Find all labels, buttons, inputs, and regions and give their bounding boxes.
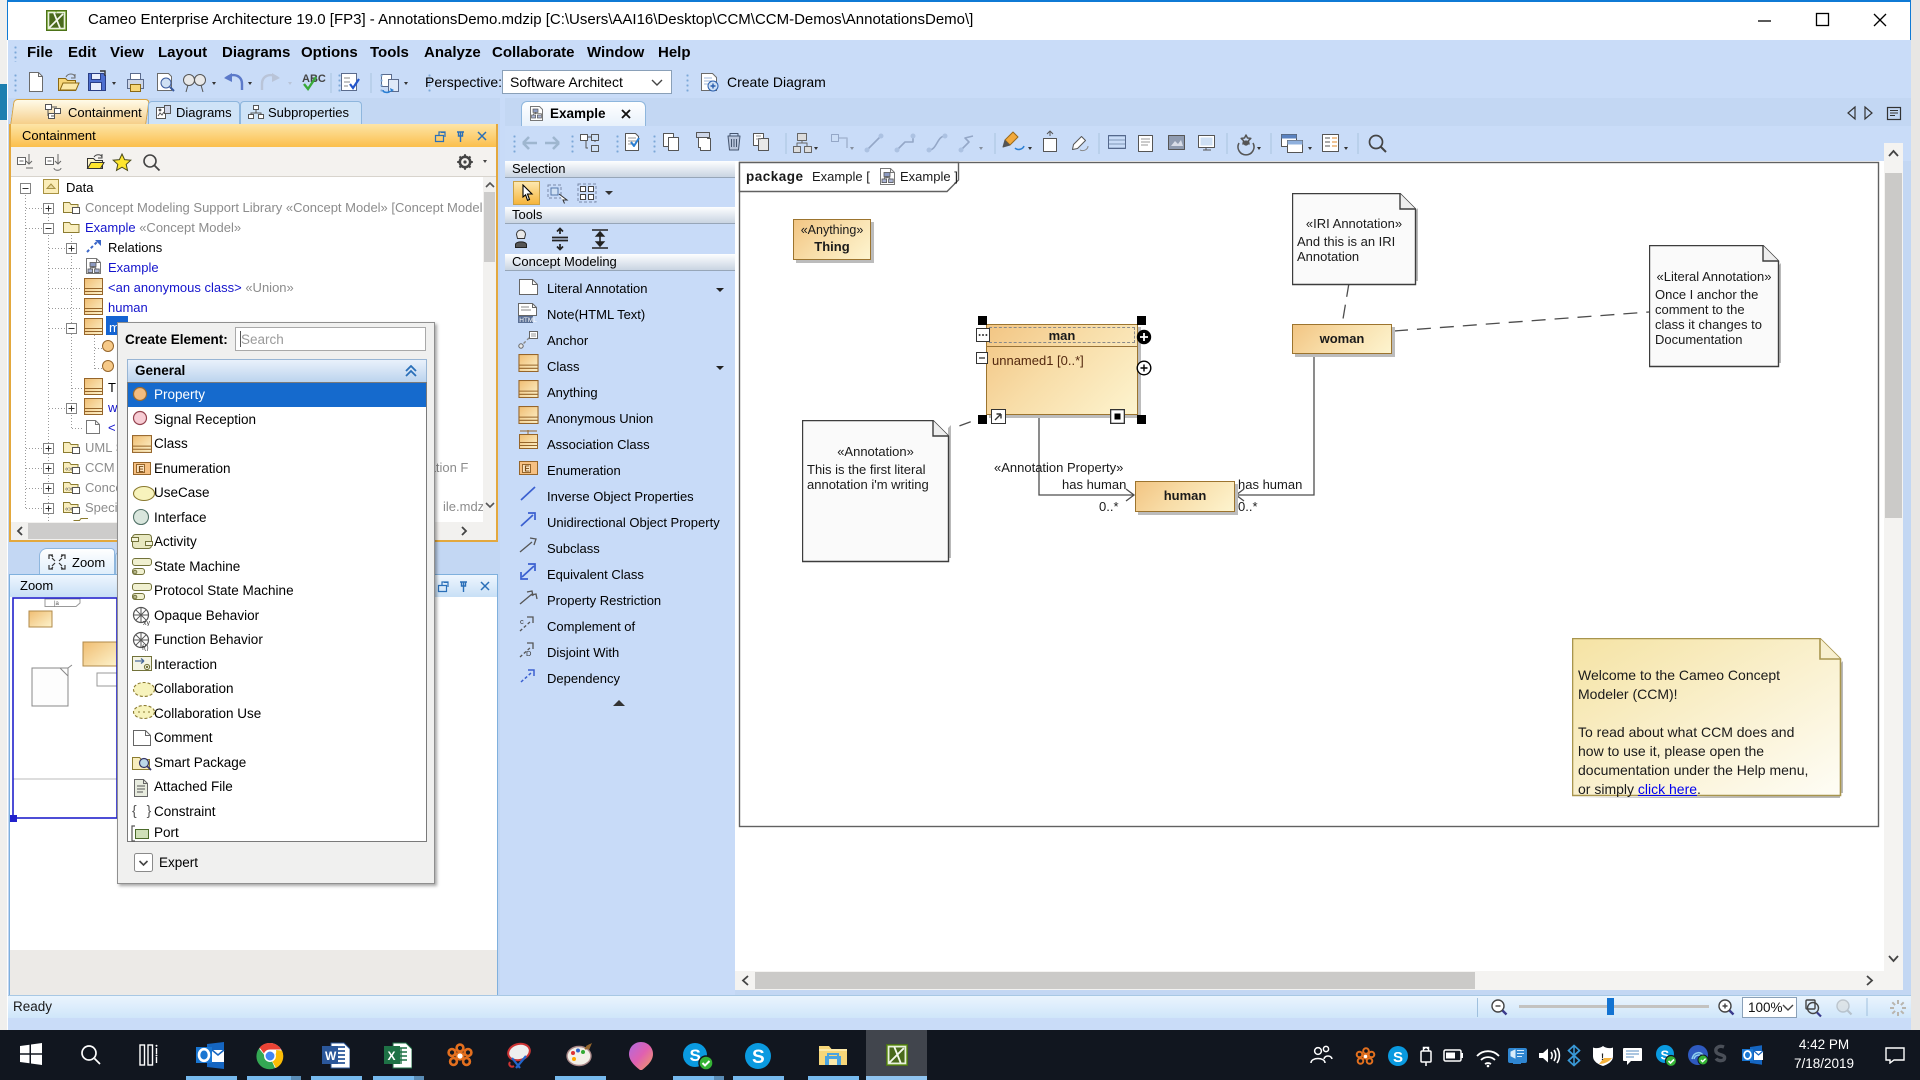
svg-text:f(): f() (142, 645, 149, 651)
svg-text:S: S (752, 1047, 765, 1068)
svg-text:xy: xy (143, 620, 151, 626)
svg-text:|a: |a (54, 601, 60, 607)
svg-text:c: c (520, 617, 524, 626)
svg-text:HTML: HTML (519, 317, 537, 324)
svg-text:!: ! (1601, 1052, 1604, 1062)
svg-text:«»: «» (65, 486, 73, 493)
svg-text:«»: «» (65, 466, 73, 473)
svg-text:W: W (325, 1049, 337, 1063)
svg-text:E: E (138, 465, 144, 474)
svg-text:E: E (524, 465, 530, 474)
svg-text:X: X (388, 1049, 396, 1063)
svg-text:«»: «» (65, 506, 73, 513)
svg-text:D: D (526, 649, 532, 658)
svg-text:100%: 100% (1748, 1000, 1783, 1015)
svg-text:S: S (1393, 1049, 1403, 1066)
